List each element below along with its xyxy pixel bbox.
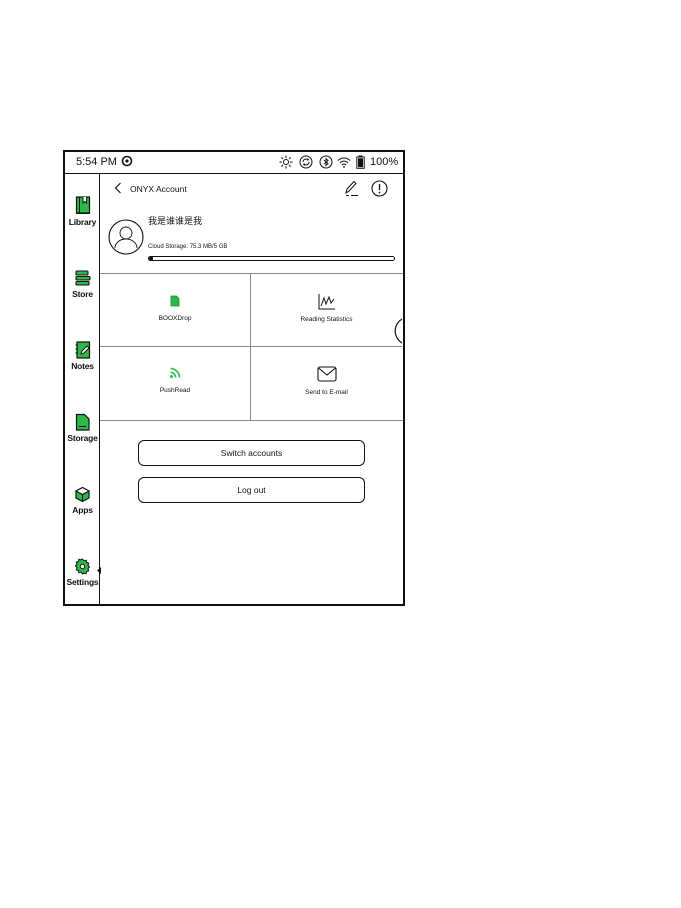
battery-percent: 100% — [370, 156, 399, 168]
notes-icon — [75, 341, 90, 359]
library-icon — [75, 196, 90, 214]
sidebar-item-label: Notes — [71, 361, 94, 371]
pushread-icon — [170, 367, 181, 378]
sidebar-item-label: Storage — [67, 433, 98, 443]
sidebar-item-label: Apps — [72, 505, 93, 515]
page-title: ONYX Account — [130, 184, 187, 194]
statistics-icon — [318, 294, 335, 310]
send-to-email-label: Send to E-mail — [305, 389, 348, 396]
info-icon[interactable] — [371, 180, 388, 197]
booxdrop-label: BOOXDrop — [158, 315, 192, 322]
sidebar-item-library[interactable]: Library — [65, 196, 100, 227]
sidebar-item-apps[interactable]: Apps — [65, 486, 100, 515]
sidebar-item-label: Settings — [66, 577, 99, 587]
wifi-icon[interactable] — [337, 155, 351, 169]
feature-grid: BOOXDrop Reading Statistics PushRead Sen… — [100, 273, 403, 421]
store-icon — [74, 270, 91, 286]
device-screen: 5:54 PM 100% Library Store Notes Storage… — [63, 150, 405, 606]
battery-icon — [356, 155, 365, 169]
status-bar: 5:54 PM 100% — [65, 152, 403, 174]
sidebar-item-label: Store — [72, 289, 93, 299]
log-out-button[interactable]: Log out — [138, 477, 365, 503]
sidebar-item-notes[interactable]: Notes — [65, 341, 100, 371]
sync-badge-icon — [121, 155, 133, 167]
storage-icon — [75, 413, 90, 431]
username: 我是谁谁是我 — [148, 216, 203, 226]
cloud-storage-label: Cloud Storage: 75.3 MB/5 GB — [148, 244, 228, 250]
refresh-icon[interactable] — [299, 155, 313, 169]
send-to-email-tile[interactable]: Send to E-mail — [251, 347, 402, 420]
sidebar-item-store[interactable]: Store — [65, 269, 100, 299]
sidebar: Library Store Notes Storage Apps Setting… — [65, 174, 101, 606]
pushread-label: PushRead — [159, 387, 191, 394]
bluetooth-icon[interactable] — [319, 155, 333, 169]
reading-statistics-label: Reading Statistics — [300, 316, 353, 323]
settings-icon — [74, 558, 91, 575]
edit-icon[interactable] — [343, 180, 359, 197]
apps-icon — [74, 486, 91, 503]
email-icon — [316, 366, 337, 382]
back-arrow-icon[interactable] — [114, 182, 122, 194]
account-panel: ONYX Account 我是谁谁是我 Cloud Storage: 75.3 … — [100, 174, 403, 606]
sidebar-item-storage[interactable]: Storage — [65, 413, 100, 443]
booxdrop-icon — [170, 295, 180, 307]
sidebar-item-settings[interactable]: Settings — [65, 558, 100, 587]
cloud-storage-bar — [148, 256, 395, 261]
brightness-icon[interactable] — [279, 155, 293, 169]
booxdrop-tile[interactable]: BOOXDrop — [100, 274, 251, 347]
side-panel-handle-icon[interactable] — [394, 318, 404, 344]
reading-statistics-tile[interactable]: Reading Statistics — [251, 274, 402, 347]
status-time: 5:54 PM — [76, 156, 117, 168]
cloud-storage-fill — [149, 257, 153, 260]
pushread-tile[interactable]: PushRead — [100, 347, 251, 420]
sidebar-item-label: Library — [68, 217, 97, 227]
switch-accounts-button[interactable]: Switch accounts — [138, 440, 365, 466]
avatar[interactable] — [108, 219, 144, 255]
